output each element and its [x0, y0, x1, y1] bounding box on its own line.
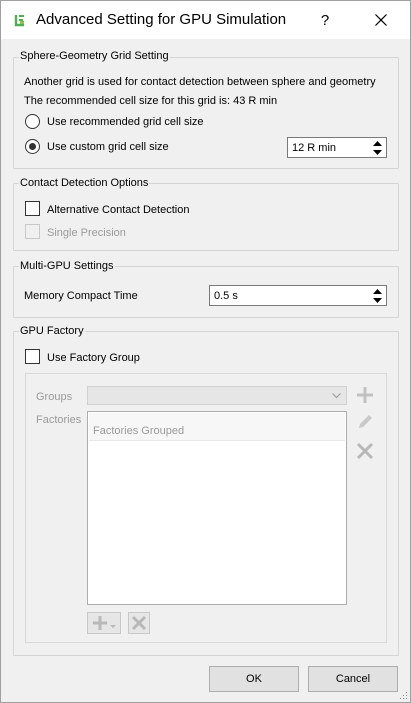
groups-dropdown — [87, 386, 347, 405]
arrow-down-icon — [373, 297, 382, 303]
spin-down-button[interactable] — [370, 148, 385, 156]
use-factory-group-label[interactable]: Use Factory Group — [47, 352, 140, 364]
custom-cell-size-value[interactable]: 12 R min — [292, 142, 336, 154]
alternative-contact-checkbox[interactable] — [25, 201, 40, 216]
alternative-contact-label[interactable]: Alternative Contact Detection — [47, 204, 189, 216]
recommended-cell-size-text: The recommended cell size for this grid … — [24, 95, 278, 107]
ok-button[interactable]: OK — [209, 666, 299, 692]
title-bar: Advanced Setting for GPU Simulation ? — [1, 1, 410, 39]
groups-label: Groups — [36, 391, 73, 403]
custom-cell-size-stepper — [370, 139, 385, 156]
plus-dropdown-icon — [93, 616, 116, 630]
resize-grip-icon[interactable] — [398, 690, 408, 700]
memory-compact-spinbox[interactable]: 0.5 s — [209, 285, 387, 306]
close-icon — [375, 14, 387, 26]
delete-group-button — [355, 441, 375, 461]
x-icon — [131, 615, 147, 631]
sphere-geometry-group-title: Sphere-Geometry Grid Setting — [19, 50, 170, 62]
chevron-down-icon — [332, 393, 341, 399]
custom-grid-label[interactable]: Use custom grid cell size — [47, 141, 169, 153]
arrow-up-icon — [373, 140, 382, 146]
add-factory-button — [87, 612, 121, 634]
factories-list-header: Factories Grouped — [89, 413, 345, 441]
edit-group-button — [355, 412, 375, 432]
memory-compact-label: Memory Compact Time — [24, 290, 138, 302]
spin-up-button[interactable] — [370, 139, 385, 147]
spin-down-button[interactable] — [370, 296, 385, 304]
arrow-up-icon — [373, 288, 382, 294]
sphere-geometry-description: Another grid is used for contact detecti… — [24, 76, 376, 88]
cancel-button[interactable]: Cancel — [308, 666, 398, 692]
memory-compact-value[interactable]: 0.5 s — [214, 290, 238, 302]
add-group-button — [355, 385, 375, 405]
gpu-factory-group-title: GPU Factory — [19, 325, 85, 337]
app-logo-icon — [13, 13, 27, 27]
arrow-down-icon — [373, 149, 382, 155]
x-icon — [356, 442, 374, 460]
recommended-grid-radio[interactable] — [25, 114, 40, 129]
factories-list: Factories Grouped — [87, 411, 347, 605]
window-title: Advanced Setting for GPU Simulation — [36, 11, 287, 28]
multi-gpu-group-title: Multi-GPU Settings — [19, 260, 115, 272]
contact-detection-group-title: Contact Detection Options — [19, 177, 150, 189]
factories-grouped-header: Factories Grouped — [93, 425, 185, 437]
plus-icon — [357, 387, 373, 403]
contact-detection-group — [13, 183, 399, 251]
memory-compact-stepper — [370, 287, 385, 304]
help-button[interactable]: ? — [307, 1, 343, 39]
close-button[interactable] — [363, 1, 399, 39]
factories-label: Factories — [36, 414, 82, 426]
dialog-window: Advanced Setting for GPU Simulation ? Sp… — [0, 0, 411, 703]
custom-grid-radio[interactable] — [25, 139, 40, 154]
delete-factory-button — [128, 612, 150, 634]
single-precision-label: Single Precision — [47, 227, 126, 239]
custom-cell-size-spinbox[interactable]: 12 R min — [287, 137, 387, 158]
single-precision-checkbox — [25, 224, 40, 239]
pencil-icon — [359, 415, 372, 428]
help-icon: ? — [320, 11, 330, 29]
recommended-grid-label[interactable]: Use recommended grid cell size — [47, 116, 204, 128]
use-factory-group-checkbox[interactable] — [25, 349, 40, 364]
spin-up-button[interactable] — [370, 287, 385, 295]
